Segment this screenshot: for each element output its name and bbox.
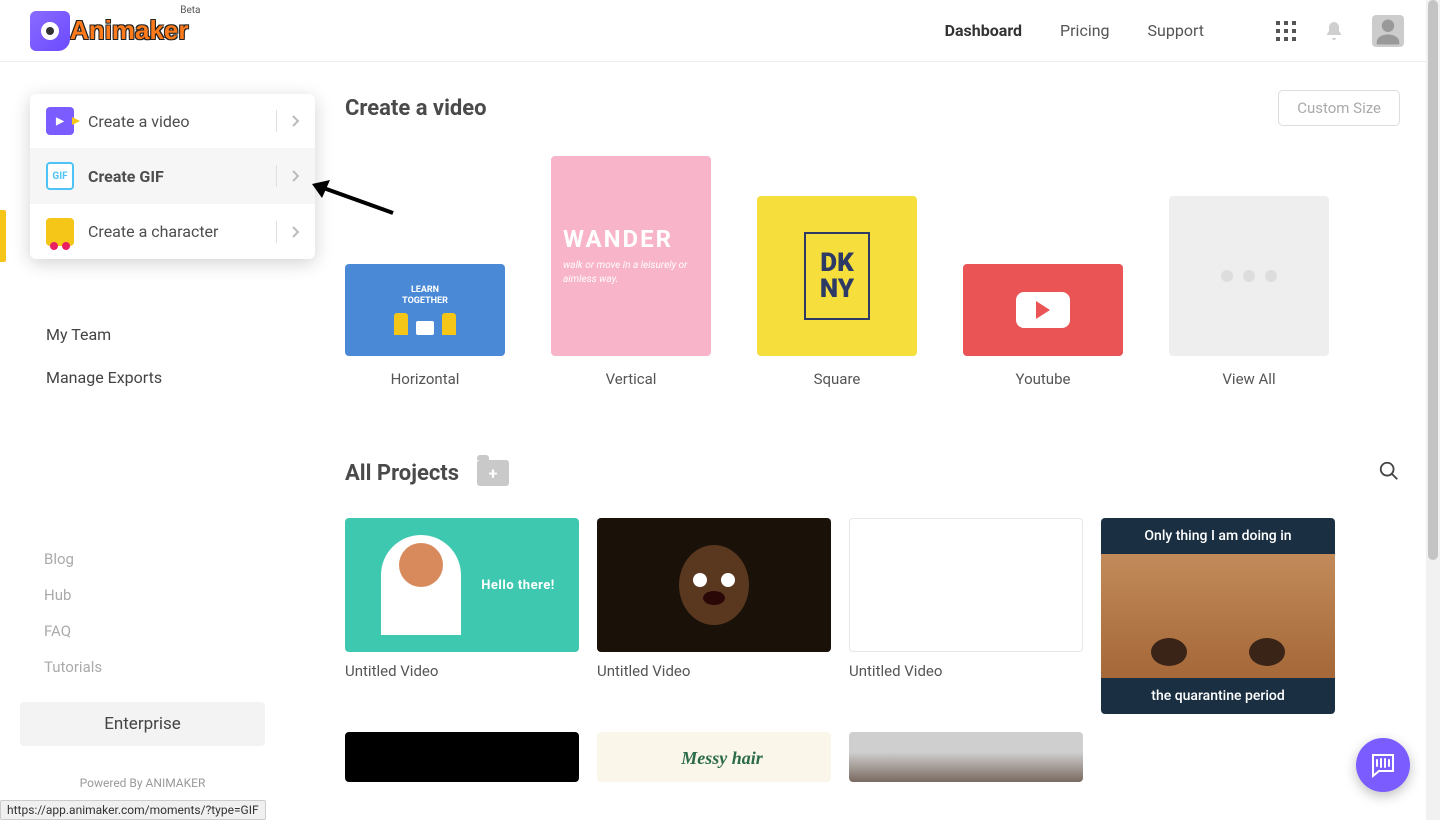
template-square-thumb: DK NY bbox=[757, 196, 917, 356]
create-item-label: Create GIF bbox=[88, 167, 164, 186]
project-thumb bbox=[849, 732, 1083, 782]
all-projects-heading: All Projects bbox=[345, 461, 459, 486]
project-card[interactable]: Only thing I am doing in the quarantine … bbox=[1101, 518, 1335, 714]
create-video-item[interactable]: ▶ Create a video bbox=[30, 94, 315, 149]
apps-grid-icon[interactable] bbox=[1276, 21, 1296, 41]
sidebar-hub[interactable]: Hub bbox=[20, 586, 265, 604]
template-horizontal-thumb: LEARN TOGETHER bbox=[345, 264, 505, 356]
template-label: View All bbox=[1222, 370, 1275, 388]
template-label: Youtube bbox=[1016, 370, 1071, 388]
gif-icon: GIF bbox=[46, 162, 74, 190]
project-thumb bbox=[597, 518, 831, 652]
projects-grid: Hello there! Untitled Video Untitled Vid… bbox=[345, 518, 1335, 782]
character-icon bbox=[46, 218, 74, 246]
template-label: Horizontal bbox=[391, 370, 460, 388]
template-row: LEARN TOGETHER Horizontal WANDER walk or… bbox=[345, 156, 1400, 388]
avatar[interactable] bbox=[1372, 15, 1404, 47]
project-title: Untitled Video bbox=[597, 662, 831, 680]
create-item-label: Create a character bbox=[88, 222, 218, 241]
sidebar-active-indicator bbox=[0, 210, 6, 262]
nav-pricing[interactable]: Pricing bbox=[1060, 21, 1110, 40]
logo[interactable]: Animaker Beta bbox=[30, 11, 189, 51]
template-label: Square bbox=[814, 370, 861, 388]
create-character-item[interactable]: Create a character bbox=[30, 204, 315, 259]
project-title: Untitled Video bbox=[345, 662, 579, 680]
sidebar-item-manage-exports[interactable]: Manage Exports bbox=[0, 356, 285, 399]
template-youtube-thumb bbox=[963, 264, 1123, 356]
sidebar-item-my-team[interactable]: My Team bbox=[0, 313, 285, 356]
create-video-heading: Create a video bbox=[345, 96, 487, 121]
template-square[interactable]: DK NY Square bbox=[757, 196, 917, 388]
create-item-label: Create a video bbox=[88, 112, 190, 131]
project-card[interactable]: Untitled Video bbox=[849, 518, 1083, 714]
enterprise-button[interactable]: Enterprise bbox=[20, 702, 265, 746]
project-thumb bbox=[345, 732, 579, 782]
template-horizontal[interactable]: LEARN TOGETHER Horizontal bbox=[345, 264, 505, 388]
project-card[interactable] bbox=[345, 732, 579, 782]
project-title: Untitled Video bbox=[849, 662, 1083, 680]
top-nav: Dashboard Pricing Support bbox=[945, 15, 1404, 47]
main-content: Create a video Custom Size LEARN TOGETHE… bbox=[285, 62, 1440, 820]
project-thumb bbox=[849, 518, 1083, 652]
chevron-right-icon bbox=[276, 110, 299, 132]
powered-by: Powered By ANIMAKER bbox=[20, 776, 265, 790]
template-youtube[interactable]: Youtube bbox=[963, 264, 1123, 388]
chevron-right-icon bbox=[276, 165, 299, 187]
project-thumb: Messy hair bbox=[597, 732, 831, 782]
custom-size-button[interactable]: Custom Size bbox=[1278, 90, 1400, 126]
template-label: Vertical bbox=[606, 370, 657, 388]
project-card[interactable]: Messy hair bbox=[597, 732, 831, 782]
status-bar-url: https://app.animaker.com/moments/?type=G… bbox=[0, 800, 266, 820]
template-view-all[interactable]: View All bbox=[1169, 196, 1329, 388]
template-vertical[interactable]: WANDER walk or move in a leisurely or ai… bbox=[551, 156, 711, 388]
header: Animaker Beta Dashboard Pricing Support bbox=[0, 0, 1440, 62]
bell-icon[interactable] bbox=[1324, 20, 1344, 42]
chevron-right-icon bbox=[276, 221, 299, 243]
beta-badge: Beta bbox=[180, 5, 200, 16]
project-card[interactable] bbox=[849, 732, 1083, 782]
search-icon[interactable] bbox=[1378, 460, 1400, 486]
sidebar-blog[interactable]: Blog bbox=[20, 550, 265, 568]
project-card[interactable]: Hello there! Untitled Video bbox=[345, 518, 579, 714]
video-icon: ▶ bbox=[46, 107, 74, 135]
template-vertical-thumb: WANDER walk or move in a leisurely or ai… bbox=[551, 156, 711, 356]
scrollbar[interactable] bbox=[1426, 0, 1440, 820]
nav-support[interactable]: Support bbox=[1148, 21, 1204, 40]
template-viewall-thumb bbox=[1169, 196, 1329, 356]
sidebar-faq[interactable]: FAQ bbox=[20, 622, 265, 640]
project-card[interactable]: Untitled Video bbox=[597, 518, 831, 714]
create-popup: ▶ Create a video GIF Create GIF Create a… bbox=[30, 94, 315, 259]
logo-mark-icon bbox=[30, 11, 70, 51]
sidebar-tutorials[interactable]: Tutorials bbox=[20, 658, 265, 676]
add-folder-button[interactable]: + bbox=[477, 460, 509, 486]
project-thumb: Hello there! bbox=[345, 518, 579, 652]
nav-dashboard[interactable]: Dashboard bbox=[945, 21, 1022, 40]
logo-text: Animaker bbox=[70, 15, 189, 46]
project-thumb: Only thing I am doing in the quarantine … bbox=[1101, 518, 1335, 714]
create-gif-item[interactable]: GIF Create GIF bbox=[30, 149, 315, 204]
intercom-button[interactable] bbox=[1356, 738, 1410, 792]
